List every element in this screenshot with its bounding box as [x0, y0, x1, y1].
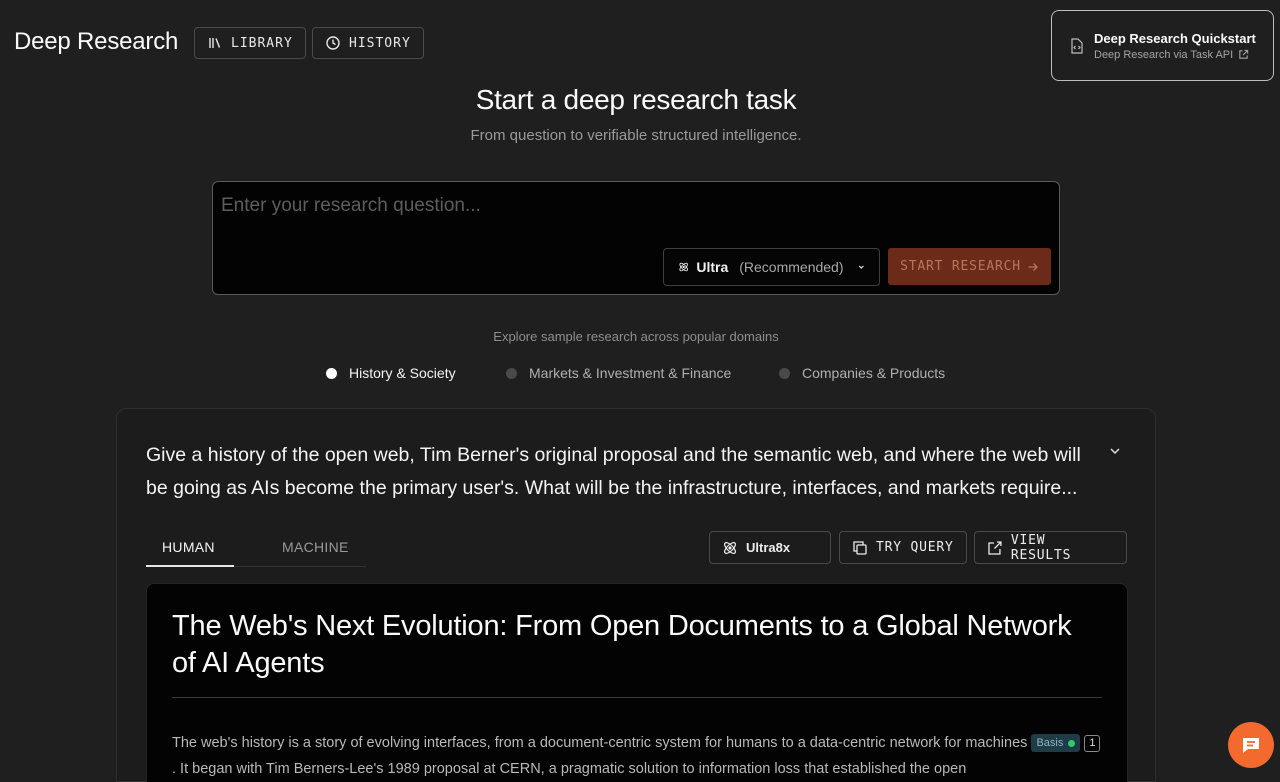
- clock-icon: [326, 36, 340, 50]
- code-file-icon: [1071, 37, 1083, 54]
- view-results-label: VIEW RESULTS: [1010, 532, 1072, 563]
- research-query-box: Ultra (Recommended) START RESEARCH: [212, 181, 1060, 295]
- output-tabs: HUMAN MACHINE: [146, 531, 366, 567]
- domain-markets-finance[interactable]: Markets & Investment & Finance: [506, 365, 731, 381]
- tab-machine[interactable]: MACHINE: [282, 539, 349, 555]
- view-results-button[interactable]: VIEW RESULTS: [974, 531, 1127, 564]
- report-text-part2: . It began with Tim Berners-Lee's 1989 p…: [172, 761, 967, 777]
- library-label: LIBRARY: [231, 35, 293, 51]
- chevron-down-icon: [858, 265, 864, 269]
- explore-label: Explore sample research across popular d…: [493, 329, 779, 344]
- start-research-label: START RESEARCH: [900, 259, 1021, 274]
- report-preview: The Web's Next Evolution: From Open Docu…: [146, 583, 1128, 782]
- tab-human[interactable]: HUMAN: [162, 539, 215, 555]
- app-title: Deep Research: [14, 28, 179, 55]
- quickstart-subtitle: Deep Research via Task API: [1094, 48, 1234, 61]
- active-tab-indicator: [146, 565, 234, 567]
- processor-label: Ultra8x: [746, 540, 791, 555]
- basis-label: Basis: [1036, 737, 1064, 750]
- arrow-right-icon: [1028, 262, 1038, 271]
- page-subtitle: From question to verifiable structured i…: [470, 127, 802, 144]
- report-text-part1: The web's history is a story of evolving…: [172, 735, 1028, 751]
- atom-icon: [724, 541, 736, 554]
- domain-history-society[interactable]: History & Society: [326, 365, 456, 381]
- basis-badge[interactable]: Basis: [1031, 734, 1081, 753]
- sample-question: Give a history of the open web, Tim Bern…: [146, 444, 1081, 499]
- domain-active-dot: [326, 367, 337, 379]
- domain-label: Markets & Investment & Finance: [529, 365, 732, 381]
- copy-icon: [853, 540, 867, 555]
- external-link-icon: [1239, 49, 1249, 59]
- sample-research-card: Give a history of the open web, Tim Bern…: [116, 408, 1156, 782]
- domain-companies-products[interactable]: Companies & Products: [779, 365, 945, 381]
- basis-status-dot: [1068, 739, 1076, 747]
- processor-badge[interactable]: Ultra8x: [709, 531, 831, 564]
- model-note: (Recommended): [739, 259, 844, 275]
- history-button[interactable]: HISTORY: [312, 27, 424, 59]
- library-icon: [209, 38, 221, 48]
- quickstart-title: Deep Research Quickstart: [1094, 30, 1256, 46]
- model-name: Ultra: [696, 259, 729, 275]
- page-title: Start a deep research task: [475, 84, 797, 115]
- domain-dot: [506, 367, 517, 379]
- try-query-label: TRY QUERY: [876, 540, 954, 555]
- start-research-button[interactable]: START RESEARCH: [888, 248, 1051, 285]
- citation-marker[interactable]: 1: [1084, 734, 1101, 752]
- library-button[interactable]: LIBRARY: [194, 27, 306, 59]
- model-select[interactable]: Ultra (Recommended): [663, 248, 880, 286]
- atom-icon: [679, 262, 688, 272]
- domain-dot: [779, 367, 790, 379]
- external-link-icon: [988, 540, 1002, 555]
- report-paragraph: The web's history is a story of evolving…: [172, 730, 1102, 782]
- expand-chevron-icon[interactable]: [1107, 443, 1123, 459]
- try-query-button[interactable]: TRY QUERY: [839, 531, 967, 564]
- domain-label: History & Society: [349, 365, 456, 381]
- report-title: The Web's Next Evolution: From Open Docu…: [172, 610, 1072, 679]
- history-label: HISTORY: [349, 35, 411, 51]
- chat-support-button[interactable]: [1228, 722, 1274, 768]
- quickstart-card[interactable]: Deep Research Quickstart Deep Research v…: [1051, 10, 1274, 81]
- research-question-input[interactable]: [221, 192, 1041, 220]
- divider: [172, 697, 1102, 698]
- chat-icon: [1243, 738, 1259, 753]
- domain-label: Companies & Products: [802, 365, 946, 381]
